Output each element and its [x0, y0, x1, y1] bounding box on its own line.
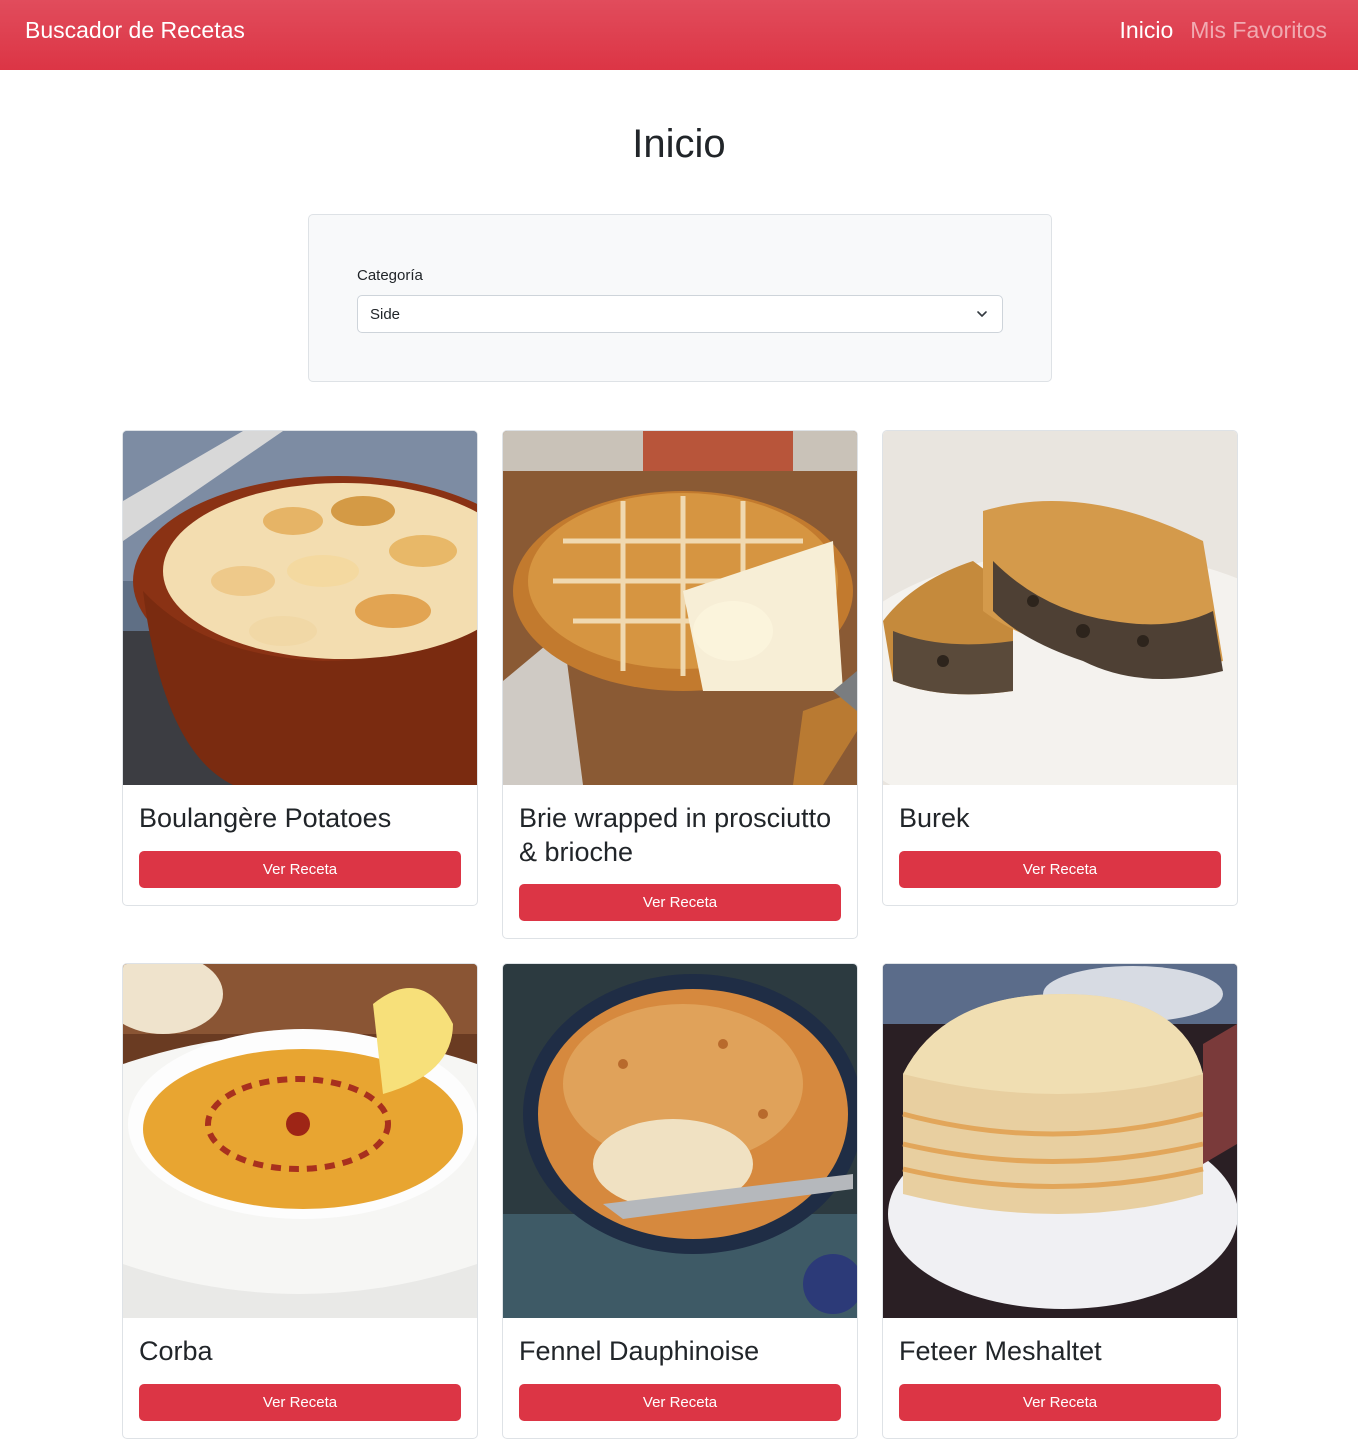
category-label: Categoría: [357, 267, 423, 284]
recipe-image: [883, 431, 1237, 785]
recipe-image: [123, 431, 477, 785]
category-select-value: Side: [370, 306, 401, 323]
page-title: Inicio: [632, 122, 726, 166]
brand-link[interactable]: Buscador de Recetas: [25, 16, 245, 44]
recipe-title: Fennel Dauphinoise: [519, 1336, 760, 1366]
view-recipe-button[interactable]: Ver Receta: [899, 1384, 1221, 1421]
nav-link-inicio[interactable]: Inicio: [1120, 16, 1174, 44]
recipe-card: Corba Ver Receta: [122, 963, 478, 1439]
recipe-card: Brie wrapped in prosciutto & brioche Ver…: [502, 430, 858, 939]
recipe-title: Burek: [899, 803, 970, 833]
view-recipe-button[interactable]: Ver Receta: [519, 884, 841, 921]
nav-link-favoritos[interactable]: Mis Favoritos: [1190, 16, 1327, 44]
recipe-title: Feteer Meshaltet: [899, 1336, 1102, 1366]
recipe-card: Burek Ver Receta: [882, 430, 1238, 906]
recipe-title: Boulangère Potatoes: [139, 803, 392, 833]
view-recipe-button[interactable]: Ver Receta: [519, 1384, 841, 1421]
chevron-down-icon: [977, 311, 987, 317]
category-filter-panel: Categoría Side: [308, 214, 1052, 382]
recipe-card: Feteer Meshaltet Ver Receta: [882, 963, 1238, 1439]
view-recipe-button[interactable]: Ver Receta: [899, 851, 1221, 888]
recipe-image: [503, 964, 857, 1318]
category-select[interactable]: Side: [357, 295, 1003, 333]
recipe-card: Boulangère Potatoes Ver Receta: [122, 430, 478, 906]
navbar: Buscador de Recetas Inicio Mis Favoritos: [0, 0, 1358, 70]
view-recipe-button[interactable]: Ver Receta: [139, 1384, 461, 1421]
recipe-card: Fennel Dauphinoise Ver Receta: [502, 963, 858, 1439]
recipe-title: Brie wrapped in prosciutto & brioche: [519, 803, 832, 867]
nav-links: Inicio Mis Favoritos: [1120, 16, 1327, 44]
recipe-title: Corba: [139, 1336, 213, 1366]
recipe-image: [123, 964, 477, 1318]
recipe-image: [883, 964, 1237, 1318]
recipe-image: [503, 431, 857, 785]
view-recipe-button[interactable]: Ver Receta: [139, 851, 461, 888]
